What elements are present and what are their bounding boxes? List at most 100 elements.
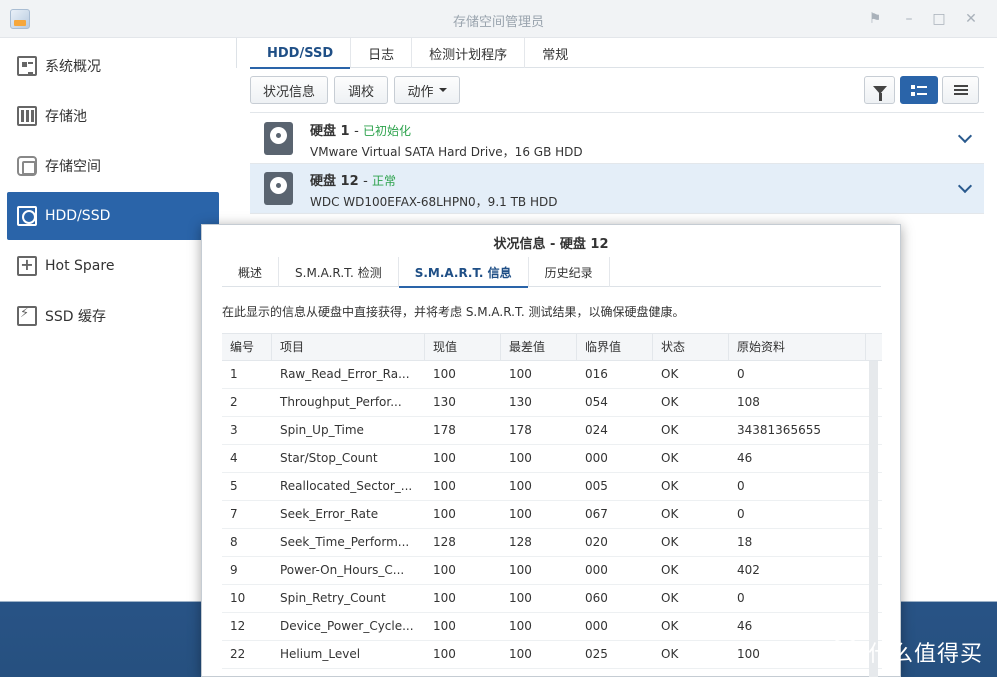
table-cell: 4 bbox=[230, 451, 238, 465]
table-body: 1 Raw_Read_Error_Ra... 100 100 016 OK 0 2 Throug… bbox=[222, 361, 882, 669]
table-row[interactable]: 8 Seek_Time_Perform... 128 128 020 OK 18 bbox=[222, 529, 882, 557]
list-view-button[interactable] bbox=[900, 76, 938, 104]
column-header[interactable]: 临界值 bbox=[577, 334, 653, 361]
sidebar: 系统概况 存储池 存储空间 HDD/SSD Hot Spare SSD 缓存 bbox=[0, 38, 228, 601]
table-cell: 7 bbox=[230, 507, 238, 521]
sidebar-item-label: HDD/SSD bbox=[45, 208, 111, 224]
sidebar-item-label: 存储空间 bbox=[45, 159, 101, 175]
main-tabs: HDD/SSD 日志 检测计划程序 常规 bbox=[250, 38, 984, 69]
hard-disk-icon bbox=[264, 122, 293, 155]
hot-spare-icon bbox=[17, 255, 37, 276]
tab-test-scheduler[interactable]: 检测计划程序 bbox=[412, 38, 526, 68]
table-cell: Device_Power_Cycle... bbox=[280, 619, 414, 633]
tab-general[interactable]: 常规 bbox=[525, 38, 585, 68]
action-label: 动作 bbox=[407, 84, 434, 100]
sidebar-item-ssd-cache[interactable]: SSD 缓存 bbox=[7, 292, 219, 340]
disk-description: WDC WD100EFAX-68LHPN0，9.1 TB HDD bbox=[310, 195, 558, 209]
sidebar-item-hot-spare[interactable]: Hot Spare bbox=[7, 242, 219, 290]
disk-status: 已初始化 bbox=[362, 124, 411, 138]
table-cell: 067 bbox=[585, 507, 608, 521]
tab-hdd-ssd[interactable]: HDD/SSD bbox=[250, 38, 352, 69]
table-cell: 130 bbox=[433, 395, 456, 409]
table-cell: 46 bbox=[737, 451, 753, 465]
table-cell: 100 bbox=[433, 647, 456, 661]
title-bar[interactable]: 存储空间管理员 ⚑ – □ ✕ bbox=[0, 0, 997, 38]
table-cell: 108 bbox=[737, 395, 760, 409]
table-cell: 100 bbox=[509, 367, 532, 381]
table-scrollbar[interactable] bbox=[869, 361, 878, 677]
health-info-button[interactable]: 状况信息 bbox=[250, 76, 328, 104]
disk-status: 正常 bbox=[371, 174, 396, 188]
table-cell: OK bbox=[661, 451, 679, 465]
smart-attributes-table: 编号 项目 现值 最差值 临界值 状态 原始资料 1 Raw_Read_Error… bbox=[222, 333, 882, 669]
table-cell: 22 bbox=[230, 647, 246, 661]
table-cell: 9 bbox=[230, 563, 238, 577]
disk-row-1[interactable]: 硬盘 1 - 已初始化 VMware Virtual SATA Hard Dri… bbox=[250, 114, 984, 164]
menu-icon bbox=[953, 89, 968, 91]
sidebar-item-storage-pool[interactable]: 存储池 bbox=[7, 92, 219, 140]
disk-name: 硬盘 12 bbox=[310, 174, 359, 189]
table-cell: OK bbox=[661, 591, 679, 605]
hdd-icon bbox=[17, 206, 37, 226]
table-cell: OK bbox=[661, 479, 679, 493]
table-row[interactable]: 22 Helium_Level 100 100 025 OK 100 bbox=[222, 641, 882, 669]
table-row[interactable]: 10 Spin_Retry_Count 100 100 060 OK 0 bbox=[222, 585, 882, 613]
column-header[interactable]: 原始资料 bbox=[729, 334, 866, 361]
sidebar-item-overview[interactable]: 系统概况 bbox=[7, 42, 219, 90]
minimize-icon[interactable]: – bbox=[900, 10, 918, 28]
table-cell: 1 bbox=[230, 367, 238, 381]
table-cell: 100 bbox=[433, 591, 456, 605]
disk-row-12[interactable]: 硬盘 12 - 正常 WDC WD100EFAX-68LHPN0，9.1 TB … bbox=[250, 164, 984, 214]
filter-button[interactable] bbox=[864, 76, 895, 104]
table-cell: 016 bbox=[585, 367, 608, 381]
tab-smart-test[interactable]: S.M.A.R.T. 检测 bbox=[279, 257, 399, 287]
disk-name: 硬盘 1 bbox=[310, 124, 350, 139]
table-row[interactable]: 1 Raw_Read_Error_Ra... 100 100 016 OK 0 bbox=[222, 361, 882, 389]
table-cell: 0 bbox=[737, 479, 745, 493]
table-cell: 100 bbox=[509, 647, 532, 661]
table-row[interactable]: 3 Spin_Up_Time 178 178 024 OK 34381365655 bbox=[222, 417, 882, 445]
tune-button[interactable]: 调校 bbox=[334, 76, 388, 104]
table-cell: 000 bbox=[585, 451, 608, 465]
table-cell: 178 bbox=[433, 423, 456, 437]
action-dropdown-button[interactable]: 动作 bbox=[394, 76, 460, 104]
volume-icon bbox=[17, 156, 37, 176]
tab-smart-info[interactable]: S.M.A.R.T. 信息 bbox=[398, 257, 529, 288]
tab-log[interactable]: 日志 bbox=[351, 38, 413, 68]
chevron-down-icon[interactable] bbox=[957, 178, 973, 194]
window-title: 存储空间管理员 bbox=[452, 15, 544, 30]
sidebar-item-label: SSD 缓存 bbox=[45, 309, 107, 325]
column-header[interactable]: 编号 bbox=[222, 334, 272, 361]
storage-pool-icon bbox=[17, 106, 37, 126]
table-cell: 054 bbox=[585, 395, 608, 409]
column-header[interactable]: 状态 bbox=[653, 334, 729, 361]
chevron-down-icon[interactable] bbox=[957, 128, 973, 144]
table-cell: 8 bbox=[230, 535, 238, 549]
column-header[interactable]: 最差值 bbox=[501, 334, 577, 361]
table-row[interactable]: 7 Seek_Error_Rate 100 100 067 OK 0 bbox=[222, 501, 882, 529]
sidebar-item-label: Hot Spare bbox=[45, 258, 115, 274]
tab-overview[interactable]: 概述 bbox=[222, 257, 280, 287]
table-row[interactable]: 2 Throughput_Perfor... 130 130 054 OK 108 bbox=[222, 389, 882, 417]
sidebar-item-volume[interactable]: 存储空间 bbox=[7, 142, 219, 190]
table-cell: Power-On_Hours_C... bbox=[280, 563, 405, 577]
disk-title: 硬盘 12 - 正常 bbox=[310, 170, 396, 189]
table-row[interactable]: 12 Device_Power_Cycle... 100 100 000 OK 46 bbox=[222, 613, 882, 641]
table-cell: 000 bbox=[585, 619, 608, 633]
table-cell: 060 bbox=[585, 591, 608, 605]
table-cell: 100 bbox=[509, 479, 532, 493]
tab-history[interactable]: 历史纪录 bbox=[529, 257, 610, 287]
sidebar-item-label: 系统概况 bbox=[45, 59, 101, 75]
table-row[interactable]: 4 Star/Stop_Count 100 100 000 OK 46 bbox=[222, 445, 882, 473]
detail-view-button[interactable] bbox=[942, 76, 979, 104]
table-row[interactable]: 9 Power-On_Hours_C... 100 100 000 OK 402 bbox=[222, 557, 882, 585]
sidebar-item-hdd-ssd[interactable]: HDD/SSD bbox=[7, 192, 219, 240]
close-icon[interactable]: ✕ bbox=[962, 10, 980, 28]
table-cell: 128 bbox=[433, 535, 456, 549]
pin-icon[interactable]: ⚑ bbox=[866, 10, 884, 28]
table-cell: Seek_Time_Perform... bbox=[280, 535, 410, 549]
column-header[interactable]: 现值 bbox=[425, 334, 501, 361]
table-row[interactable]: 5 Reallocated_Sector_... 100 100 005 OK 0 bbox=[222, 473, 882, 501]
column-header[interactable]: 项目 bbox=[272, 334, 425, 361]
maximize-icon[interactable]: □ bbox=[930, 10, 948, 28]
